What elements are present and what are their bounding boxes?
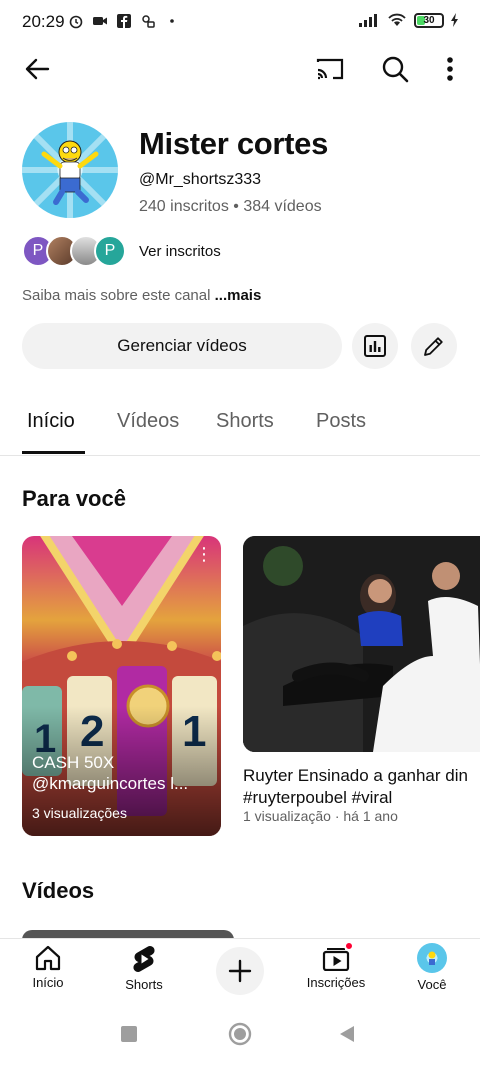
create-plus-icon xyxy=(228,959,252,983)
cast-icon xyxy=(316,58,344,80)
subscriber-avatars[interactable]: P P xyxy=(22,234,126,268)
signal-icon xyxy=(359,14,377,27)
nav-subscriptions-label: Inscrições xyxy=(306,975,366,990)
recents-button[interactable] xyxy=(120,1025,138,1043)
channel-name: Mister cortes xyxy=(139,126,329,161)
homer-avatar-image xyxy=(22,122,118,218)
channel-about[interactable]: Saiba mais sobre este canal ...mais xyxy=(22,287,261,304)
profile-avatar xyxy=(417,943,447,973)
pencil-icon xyxy=(424,337,443,356)
tab-inicio[interactable]: Início xyxy=(27,410,75,433)
view-subscribers-link[interactable]: Ver inscritos xyxy=(139,243,221,260)
analytics-icon xyxy=(364,335,386,357)
nav-subscriptions[interactable]: Inscrições xyxy=(291,941,381,990)
nav-shorts-label: Shorts xyxy=(125,977,163,992)
more-vert-icon xyxy=(447,57,453,81)
wifi-icon xyxy=(388,13,406,26)
short-card[interactable]: 1 2 1 ⋮ CASH 50X @kmarguincortes l... 3 … xyxy=(22,536,221,836)
analytics-button[interactable] xyxy=(352,323,398,369)
arrow-left-icon xyxy=(25,58,50,80)
channel-avatar[interactable] xyxy=(22,122,118,218)
nav-home-label: Início xyxy=(32,975,64,990)
video-thumbnail-image xyxy=(243,536,480,752)
nav-home[interactable]: Início xyxy=(3,945,93,990)
manage-videos-button[interactable]: Gerenciar vídeos xyxy=(22,323,342,369)
dot-icon xyxy=(170,19,174,23)
nav-you-label: Você xyxy=(417,977,447,992)
channel-handle: @Mr_shortsz333 xyxy=(139,171,262,188)
short-title: CASH 50X @kmarguincortes l... xyxy=(32,753,189,793)
cast-button[interactable] xyxy=(313,52,347,86)
facebook-icon xyxy=(117,14,131,28)
system-navigation-bar xyxy=(0,1000,480,1066)
bottom-navigation: Início Shorts Inscrições Você xyxy=(0,938,480,1000)
more-options-button[interactable] xyxy=(433,52,467,86)
charging-icon xyxy=(451,13,458,27)
battery-level: 30 xyxy=(423,14,435,26)
tab-shorts[interactable]: Shorts xyxy=(216,410,274,433)
home-icon xyxy=(35,945,61,971)
home-system-button[interactable] xyxy=(228,1022,252,1046)
avatar-figure xyxy=(428,951,436,965)
about-text: Saiba mais sobre este canal xyxy=(22,287,215,304)
video-meta: 1 visualização · há 1 ano xyxy=(243,808,398,824)
notification-dot xyxy=(344,941,354,951)
create-button[interactable] xyxy=(216,947,264,995)
subscriber-avatar: P xyxy=(94,235,126,267)
about-more-link[interactable]: ...mais xyxy=(215,287,262,304)
tab-videos[interactable]: Vídeos xyxy=(117,410,179,433)
shorts-icon xyxy=(133,946,155,972)
status-time: 20:29 xyxy=(22,12,65,31)
tab-posts[interactable]: Posts xyxy=(316,410,366,433)
short-views: 3 visualizações xyxy=(32,805,127,821)
video-title[interactable]: Ruyter Ensinado a ganhar din #ruyterpoub… xyxy=(243,765,480,809)
section-title-videos: Vídeos xyxy=(22,878,95,903)
status-notification-icons xyxy=(68,13,180,29)
channel-tabs: Início Vídeos Shorts Posts xyxy=(0,398,480,456)
video-title-line-1: Ruyter Ensinado a ganhar din xyxy=(243,766,468,785)
nav-shorts[interactable]: Shorts xyxy=(99,945,189,992)
back-system-button[interactable] xyxy=(338,1024,356,1044)
app-notification-icon xyxy=(142,15,155,28)
battery-indicator: 30 xyxy=(414,12,444,28)
subscriptions-icon-wrap xyxy=(322,941,354,972)
active-tab-indicator xyxy=(22,451,85,454)
edit-channel-button[interactable] xyxy=(411,323,457,369)
more-vert-icon[interactable]: ⋮ xyxy=(195,544,213,565)
search-icon xyxy=(382,56,409,83)
top-app-bar xyxy=(0,44,480,94)
search-button[interactable] xyxy=(378,52,412,86)
channel-stats: 240 inscritos • 384 vídeos xyxy=(139,198,322,215)
back-button[interactable] xyxy=(20,52,54,86)
section-title-for-you: Para você xyxy=(22,486,126,511)
alarm-icon xyxy=(69,15,83,29)
nav-you[interactable]: Você xyxy=(387,943,477,992)
status-bar: 20:29 30 xyxy=(0,0,480,44)
video-title-line-2: #ruyterpoubel #viral xyxy=(243,788,393,807)
video-thumbnail[interactable] xyxy=(243,536,480,752)
video-camera-icon xyxy=(93,17,107,25)
status-system-icons: 30 xyxy=(358,12,460,28)
